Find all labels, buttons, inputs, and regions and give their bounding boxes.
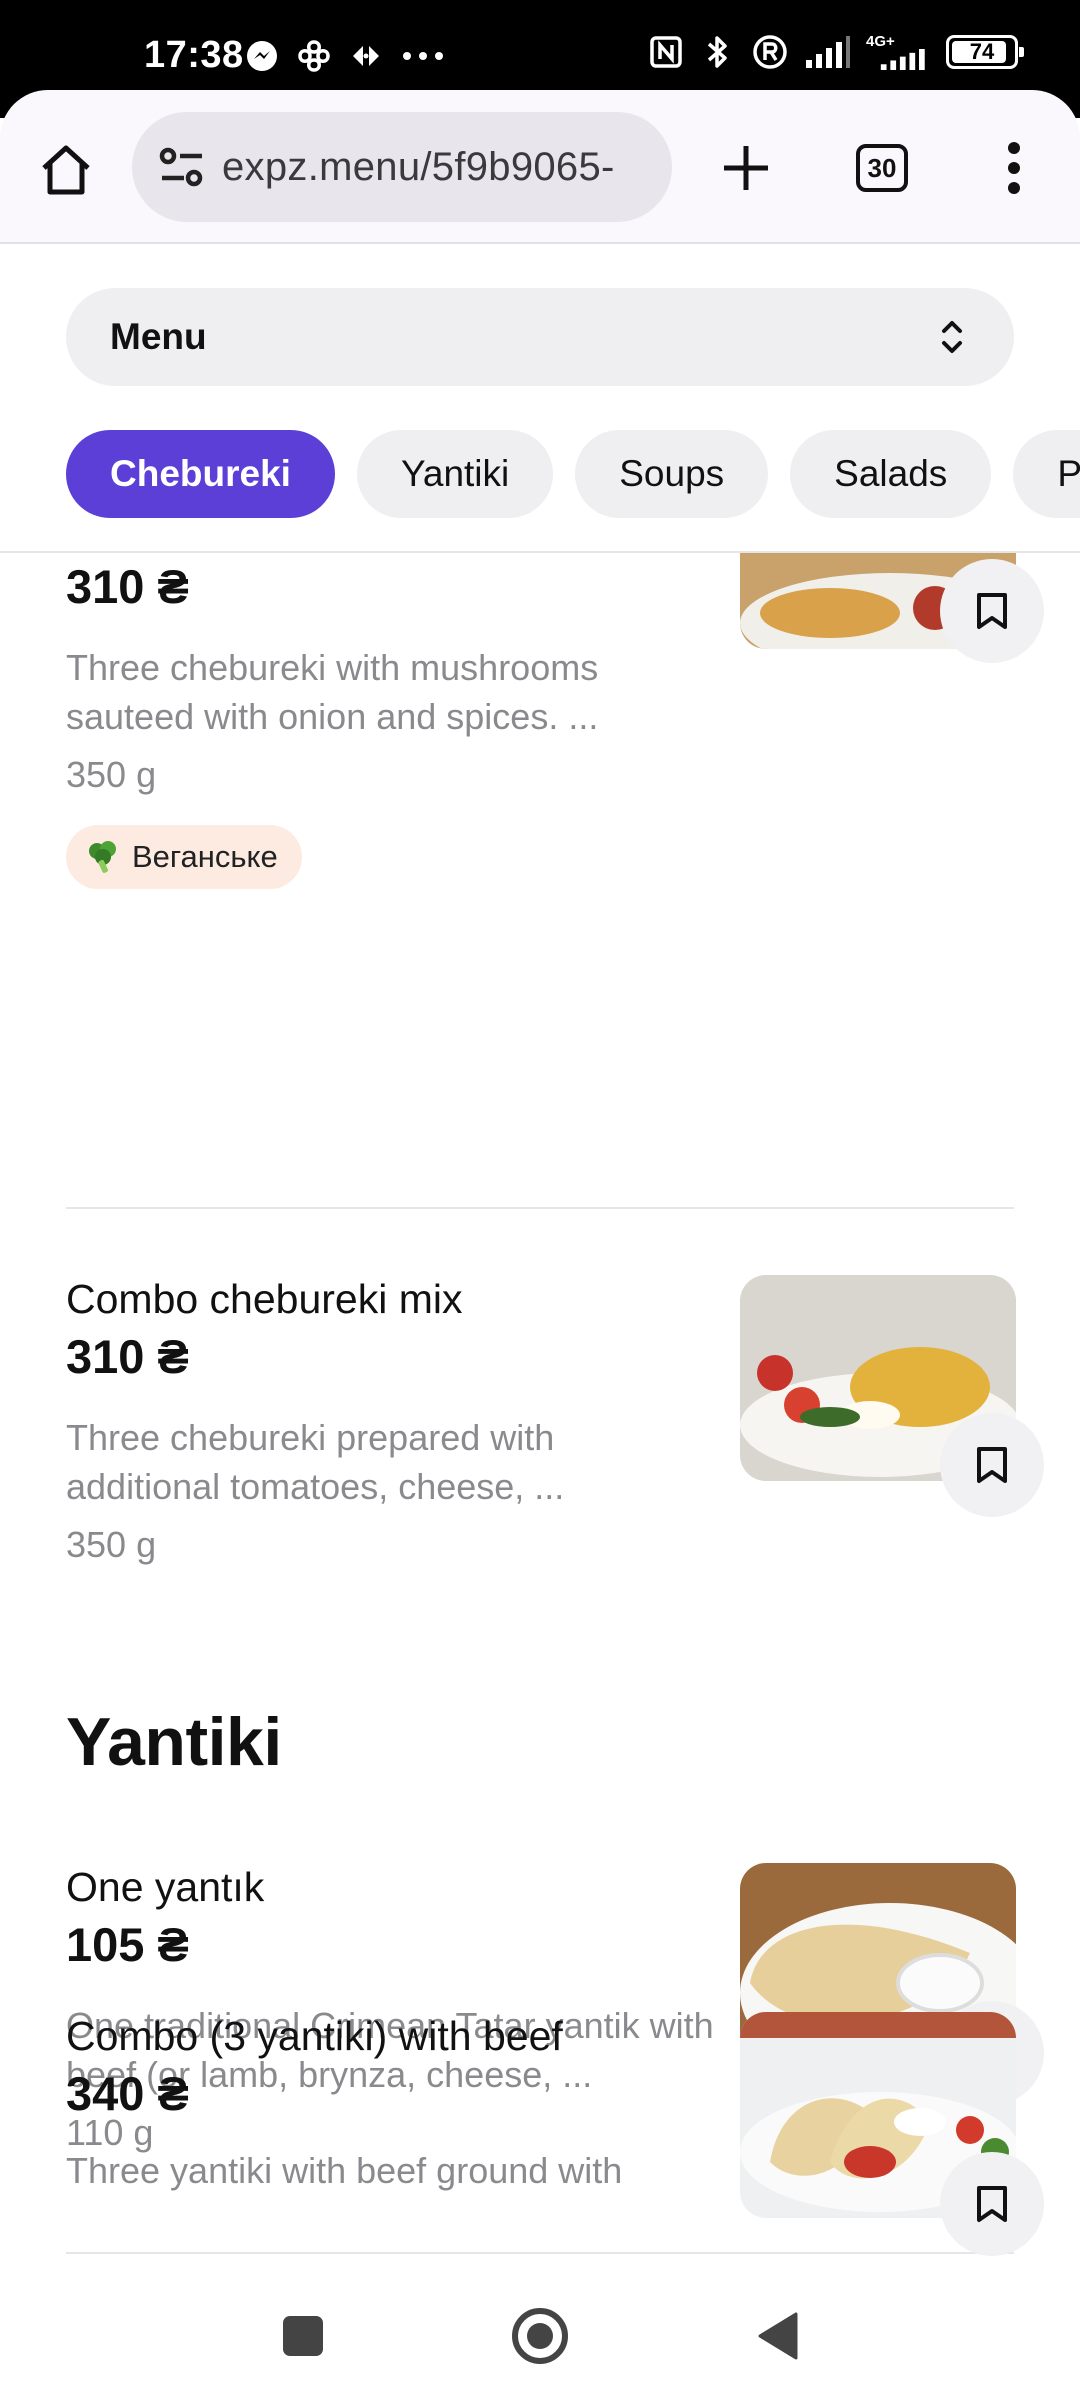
back-button[interactable] [738,2296,818,2376]
bookmark-button[interactable] [940,559,1044,663]
recents-icon [283,2316,323,2356]
browser-menu-button[interactable] [976,130,1052,206]
more-vert-icon [1008,142,1020,194]
tab-count: 30 [856,144,908,192]
menu-page: Menu Chebureki Yantiki Soups Salads Pi 3… [0,244,1080,2268]
section-title-yantiki: Yantiki [66,1704,282,1780]
site-settings-icon[interactable] [154,139,210,195]
unfold-icon [942,321,962,353]
menu-selector-label: Menu [110,316,207,357]
item-description: Three chebureki with mushrooms sauteed w… [66,647,599,737]
home-button[interactable] [30,134,102,206]
battery-indicator: 74 [946,35,1024,69]
signal-icon [804,34,850,70]
vegan-badge: Веганське [66,825,302,889]
home-icon [42,145,90,195]
cast-icon [348,38,384,74]
tab-switcher-button[interactable]: 30 [844,130,920,206]
item-weight: 350 g [66,754,157,795]
roaming-icon [752,34,788,70]
messenger-icon [244,38,280,74]
tab-yantiki[interactable]: Yantiki [356,430,554,518]
bookmark-icon [977,593,1007,629]
connectivity-icon [296,38,332,74]
plus-icon [724,146,768,190]
item-weight: 350 g [66,1524,157,1565]
tab-salads[interactable]: Salads [790,430,992,518]
bookmark-icon [977,1447,1007,1483]
bookmark-button[interactable] [940,2152,1044,2256]
menu-list-tail: Combo (3 yantiki) with beef 340 ₴ Three … [0,2012,1080,2268]
menu-list: 310 ₴ Three chebureki with mushrooms sau… [0,553,1080,2268]
menu-selector[interactable]: Menu [66,288,1014,386]
home-circle-icon [512,2308,568,2364]
signal-4g-icon: 4G+ [866,34,930,70]
bluetooth-icon [700,34,736,70]
home-nav-button[interactable] [500,2296,580,2376]
status-time: 17:38 [144,34,244,76]
badge-label: Веганське [132,839,278,874]
bookmark-icon [977,2186,1007,2222]
back-triangle-icon [758,2312,798,2360]
tab-pi[interactable]: Pi [1013,430,1080,518]
tab-soups[interactable]: Soups [575,430,769,518]
browser-toolbar: expz.menu/5f9b9065- 30 [0,90,1080,244]
item-divider [66,1207,1014,1209]
new-tab-button[interactable] [708,130,784,206]
item-description: Three yantiki with beef ground with [66,2150,623,2191]
tab-chebureki[interactable]: Chebureki [66,430,335,518]
bookmark-button[interactable] [940,1413,1044,1517]
more-notifications-icon [400,38,446,74]
category-tabs: Chebureki Yantiki Soups Salads Pi [66,430,1080,520]
nfc-icon [648,34,684,70]
address-bar[interactable]: expz.menu/5f9b9065- [132,112,672,222]
system-nav-bar [0,2268,1080,2400]
url-text[interactable]: expz.menu/5f9b9065- [222,145,652,190]
broccoli-icon [89,841,116,873]
item-description: Three chebureki prepared with additional… [66,1417,565,1507]
recents-button[interactable] [263,2296,343,2376]
